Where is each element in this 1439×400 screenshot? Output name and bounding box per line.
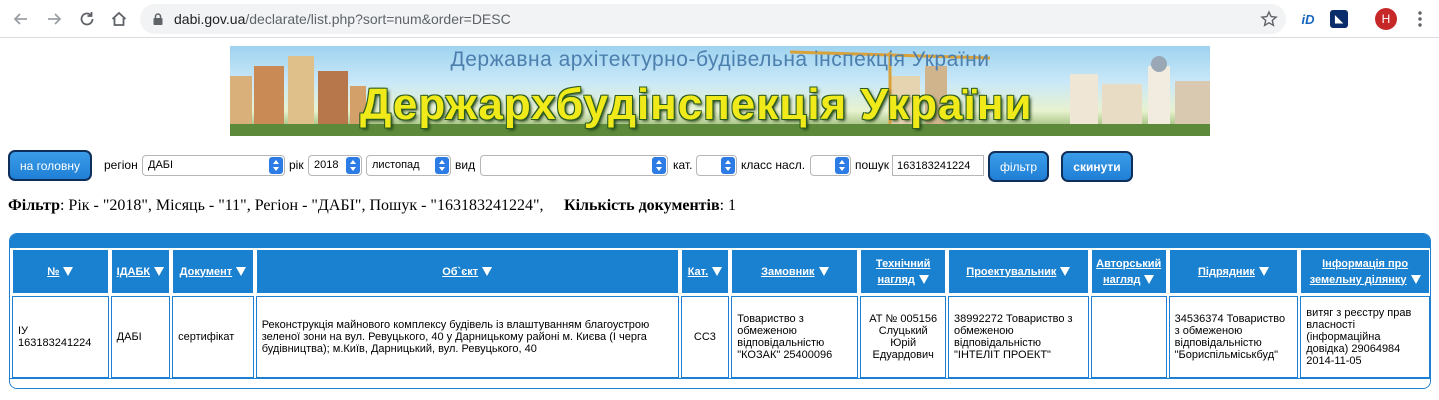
year-label: рік: [289, 158, 304, 172]
site-banner: Державна архітектурно-будівельна інспекц…: [230, 46, 1210, 136]
cell-technical-supervision: АТ № 005156 Слуцький Юрій Едуардович: [860, 296, 946, 378]
year-select[interactable]: 2018: [308, 155, 362, 176]
column-header-contractor[interactable]: Підрядник: [1168, 249, 1299, 294]
column-header-land-info[interactable]: Інформація про земельну ділянку: [1300, 249, 1430, 294]
document-count-value: : 1: [719, 197, 737, 214]
profile-avatar[interactable]: Н: [1375, 8, 1397, 30]
class-label: класс насл.: [741, 158, 806, 172]
search-input[interactable]: [892, 155, 984, 176]
column-header-technical-supervision[interactable]: Технічний нагляд: [860, 249, 946, 294]
address-bar[interactable]: dabi.gov.ua/declarate/list.php?sort=num&…: [140, 4, 1286, 34]
lock-icon: [153, 13, 163, 25]
document-count: Кількість документів: 1: [564, 197, 736, 215]
column-header-object[interactable]: Об`єкт: [255, 249, 679, 294]
type-select[interactable]: [480, 155, 668, 176]
sort-arrow-icon: [154, 267, 165, 277]
home-button[interactable]: на головну: [8, 150, 92, 181]
back-icon[interactable]: [9, 7, 33, 31]
select-arrow-icon: [346, 157, 360, 174]
extension-icon[interactable]: ◣: [1330, 10, 1348, 28]
column-header-category[interactable]: Кат.: [680, 249, 730, 294]
column-header-author-supervision[interactable]: Авторський нагляд: [1090, 249, 1167, 294]
cell-author-supervision: [1090, 296, 1167, 378]
id-extension-icon[interactable]: iD: [1297, 8, 1319, 30]
cell-idabk: ДАБІ: [110, 296, 171, 378]
category-select[interactable]: [696, 155, 737, 176]
sort-arrow-icon: [482, 267, 493, 277]
column-header-idabk[interactable]: ІДАБК: [110, 249, 171, 294]
select-arrow-icon: [721, 157, 735, 174]
cell-customer: Товариство з обмеженою відповідальністю …: [731, 296, 859, 378]
reset-button[interactable]: скинути: [1061, 151, 1133, 182]
banner-subtitle: Державна архітектурно-будівельна інспекц…: [450, 48, 990, 71]
menu-dots-icon[interactable]: [1412, 9, 1428, 29]
documents-table-container: № ІДАБК Документ Об`єкт Кат. Замовник Те…: [9, 233, 1431, 389]
sort-arrow-icon: [1410, 275, 1421, 285]
column-header-designer[interactable]: Проектувальник: [948, 249, 1089, 294]
sort-arrow-icon: [918, 275, 929, 285]
cell-number: ІУ 163183241224: [12, 296, 109, 378]
reload-icon[interactable]: [75, 7, 99, 31]
filter-button[interactable]: фільтр: [988, 151, 1049, 182]
select-arrow-icon: [652, 157, 666, 174]
sort-arrow-icon: [236, 267, 247, 277]
column-header-document[interactable]: Документ: [172, 249, 254, 294]
browser-toolbar: dabi.gov.ua/declarate/list.php?sort=num&…: [0, 0, 1439, 38]
cell-category: СС3: [680, 296, 730, 378]
category-label: кат.: [673, 158, 693, 172]
document-count-label: Кількість документів: [564, 197, 720, 214]
table-header-row: № ІДАБК Документ Об`єкт Кат. Замовник Те…: [12, 249, 1430, 294]
select-arrow-icon: [435, 157, 449, 174]
cell-object: Реконструкція майнового комплексу будіве…: [255, 296, 679, 378]
column-header-customer[interactable]: Замовник: [731, 249, 859, 294]
cell-land-info: витяг з реєстру прав власності (інформац…: [1300, 296, 1430, 378]
table-bottom-bar: [10, 378, 1430, 388]
sort-arrow-icon: [63, 267, 74, 277]
home-icon[interactable]: [107, 7, 131, 31]
sort-arrow-icon: [712, 267, 723, 277]
region-label: регіон: [104, 158, 138, 172]
forward-icon[interactable]: [42, 7, 66, 31]
region-select[interactable]: ДАБІ: [142, 155, 285, 176]
sort-arrow-icon: [818, 267, 829, 277]
search-label: пошук: [855, 158, 890, 172]
class-select[interactable]: [810, 155, 851, 176]
table-top-bar: [10, 234, 1430, 248]
select-arrow-icon: [269, 157, 283, 174]
sort-arrow-icon: [1258, 267, 1269, 277]
sort-arrow-icon: [1144, 275, 1155, 285]
banner-title: Держархбудінспекція України: [360, 80, 1033, 129]
column-header-number[interactable]: №: [12, 249, 109, 294]
url-text: dabi.gov.ua/declarate/list.php?sort=num&…: [174, 11, 511, 27]
cell-designer: 38992272 Товариство з обмеженою відповід…: [948, 296, 1089, 378]
type-label: вид: [455, 158, 476, 172]
documents-table: № ІДАБК Документ Об`єкт Кат. Замовник Те…: [10, 247, 1430, 380]
select-arrow-icon: [835, 157, 849, 174]
table-row: ІУ 163183241224 ДАБІ сертифікат Реконстр…: [12, 296, 1430, 378]
filter-summary: Фільтр: Рік - "2018", Місяць - "11", Рег…: [8, 197, 543, 215]
month-select[interactable]: листопад: [366, 155, 451, 176]
cell-contractor: 34536374 Товариство з обмеженою відповід…: [1168, 296, 1299, 378]
filter-summary-text: : Рік - "2018", Місяць - "11", Регіон - …: [59, 197, 544, 214]
cell-document: сертифікат: [172, 296, 254, 378]
sort-arrow-icon: [1060, 267, 1071, 277]
bookmark-star-icon[interactable]: [1260, 10, 1278, 28]
filter-summary-label: Фільтр: [8, 197, 60, 214]
